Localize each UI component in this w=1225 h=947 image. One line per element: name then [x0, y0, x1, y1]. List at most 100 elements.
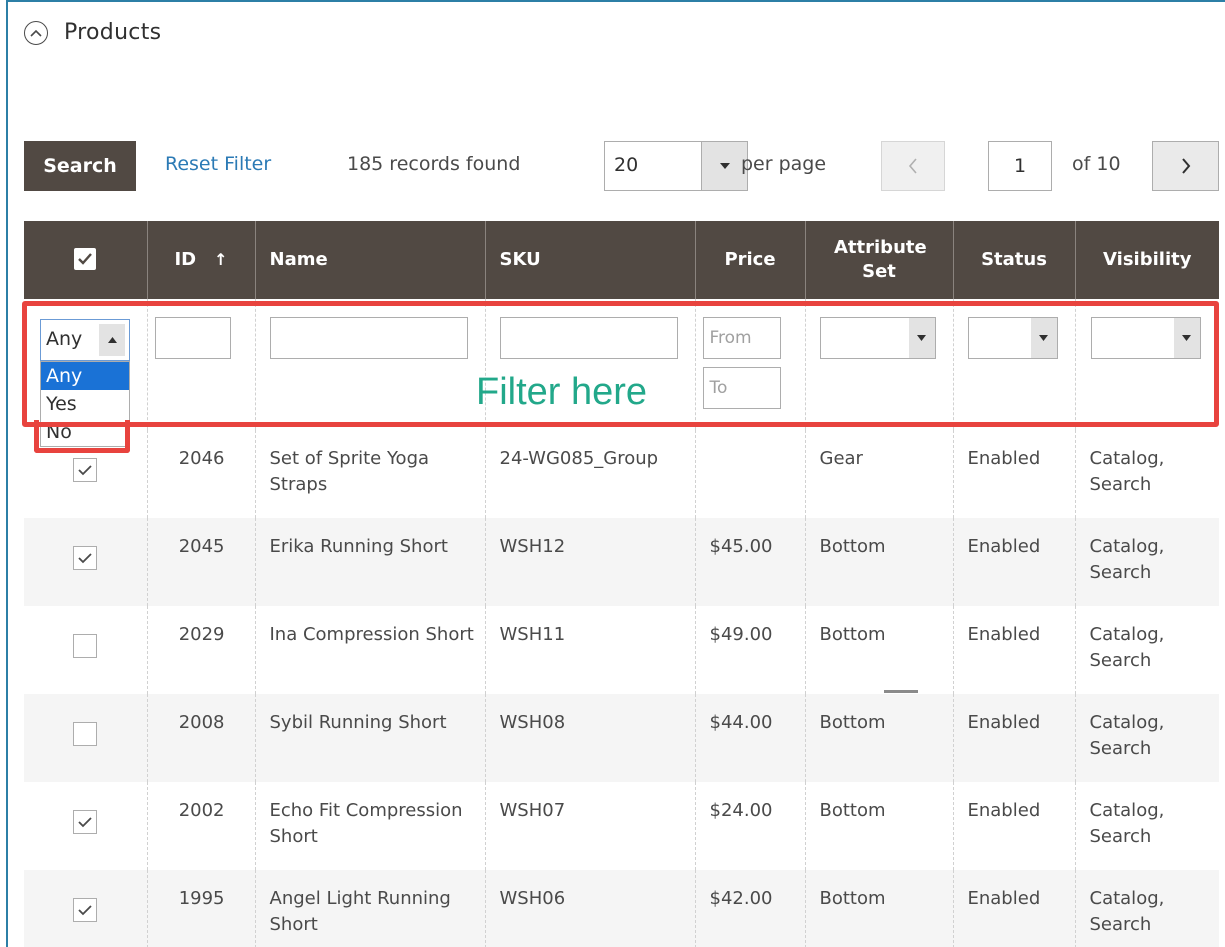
section-title: Products	[64, 20, 162, 45]
table-row[interactable]: 2008 Sybil Running Short WSH08 $44.00 Bo…	[24, 694, 1219, 782]
row-visibility: Catalog, Search	[1074, 430, 1219, 518]
attribute-set-filter-select[interactable]	[819, 317, 936, 359]
column-header-status[interactable]: Status	[952, 221, 1075, 299]
row-checkbox[interactable]	[73, 810, 98, 834]
price-to-input[interactable]: To	[702, 367, 781, 409]
column-header-sku[interactable]: SKU	[484, 221, 695, 299]
header-select-all[interactable]	[24, 221, 147, 299]
reset-filter-link[interactable]: Reset Filter	[165, 153, 271, 175]
column-header-visibility[interactable]: Visibility	[1074, 221, 1219, 299]
row-checkbox-cell	[24, 694, 147, 782]
row-id: 2002	[146, 782, 255, 870]
row-sku: WSH11	[484, 606, 695, 694]
sku-filter-input[interactable]	[499, 317, 678, 359]
table-row[interactable]: 1995 Angel Light Running Short WSH06 $42…	[24, 870, 1219, 947]
in-products-filter-value: Any	[46, 328, 83, 350]
row-checkbox-cell	[24, 606, 147, 694]
table-row[interactable]: 2002 Echo Fit Compression Short WSH07 $2…	[24, 782, 1219, 870]
row-sku: WSH08	[484, 694, 695, 782]
row-sku: WSH06	[484, 870, 695, 947]
row-visibility: Catalog, Search	[1074, 694, 1219, 782]
row-name: Angel Light Running Short	[254, 870, 485, 947]
column-header-id[interactable]: ID ↑	[146, 221, 255, 299]
column-header-name[interactable]: Name	[254, 221, 485, 299]
status-filter-select[interactable]	[967, 317, 1058, 359]
row-id: 2029	[146, 606, 255, 694]
column-header-attribute-set[interactable]: Attribute Set	[804, 221, 953, 299]
row-name: Erika Running Short	[254, 518, 485, 606]
dropdown-option-yes[interactable]: Yes	[41, 390, 129, 418]
row-name: Sybil Running Short	[254, 694, 485, 782]
current-page-input[interactable]: 1	[988, 141, 1052, 191]
row-checkbox[interactable]	[73, 546, 98, 570]
per-page-label: per page	[741, 153, 827, 175]
search-button[interactable]: Search	[24, 141, 136, 191]
caret-down-icon[interactable]	[1173, 318, 1200, 358]
row-price	[694, 430, 805, 518]
name-filter-input[interactable]	[269, 317, 468, 359]
row-id: 2046	[146, 430, 255, 518]
chevron-right-icon	[1181, 158, 1190, 174]
divider-mark	[884, 690, 918, 693]
per-page-select[interactable]: 20	[604, 141, 748, 191]
row-status: Enabled	[952, 782, 1075, 870]
row-price: $49.00	[694, 606, 805, 694]
visibility-filter-select[interactable]	[1090, 317, 1201, 359]
row-checkbox-cell	[24, 870, 147, 947]
row-status: Enabled	[952, 870, 1075, 947]
row-price: $45.00	[694, 518, 805, 606]
filter-attribute-set-cell	[804, 299, 953, 430]
row-price: $24.00	[694, 782, 805, 870]
row-id: 2008	[146, 694, 255, 782]
row-visibility: Catalog, Search	[1074, 870, 1219, 947]
price-from-input[interactable]: From	[702, 317, 781, 359]
records-count: 185 records found	[347, 153, 521, 175]
row-price: $44.00	[694, 694, 805, 782]
dropdown-option-no[interactable]: No	[41, 418, 129, 446]
table-row[interactable]: 2029 Ina Compression Short WSH11 $49.00 …	[24, 606, 1219, 694]
section-header[interactable]: Products	[24, 20, 161, 45]
per-page-value: 20	[614, 154, 639, 176]
row-sku: WSH12	[484, 518, 695, 606]
row-attribute-set: Bottom	[804, 870, 953, 947]
table-row[interactable]: 2045 Erika Running Short WSH12 $45.00 Bo…	[24, 518, 1219, 606]
filter-visibility-cell	[1074, 299, 1219, 430]
column-id-label: ID	[174, 249, 197, 270]
row-visibility: Catalog, Search	[1074, 606, 1219, 694]
filter-here-annotation: Filter here	[476, 371, 648, 413]
row-checkbox[interactable]	[73, 634, 98, 658]
row-checkbox[interactable]	[73, 458, 98, 482]
row-name: Set of Sprite Yoga Straps	[254, 430, 485, 518]
check-icon	[78, 904, 92, 915]
dropdown-option-any[interactable]: Any	[41, 362, 129, 390]
filter-id-cell	[146, 299, 255, 430]
previous-page-button[interactable]	[881, 141, 945, 191]
in-products-dropdown-list: Any Yes No	[40, 361, 130, 447]
row-attribute-set: Bottom	[804, 518, 953, 606]
grid-header-row: ID ↑ Name SKU Price Attribute Set Status …	[24, 221, 1219, 299]
total-pages: of 10	[1072, 153, 1121, 175]
filter-price-cell: From To	[694, 299, 805, 430]
in-products-filter-select[interactable]: Any	[40, 319, 130, 361]
column-header-price[interactable]: Price	[694, 221, 805, 299]
row-visibility: Catalog, Search	[1074, 518, 1219, 606]
caret-down-icon[interactable]	[908, 318, 935, 358]
caret-down-icon[interactable]	[1030, 318, 1057, 358]
row-name: Ina Compression Short	[254, 606, 485, 694]
products-grid: ID ↑ Name SKU Price Attribute Set Status …	[24, 221, 1219, 947]
check-icon	[78, 253, 93, 265]
chevron-up-circle-icon[interactable]	[24, 20, 48, 45]
caret-up-icon[interactable]	[99, 324, 125, 356]
table-row[interactable]: 2046 Set of Sprite Yoga Straps 24-WG085_…	[24, 430, 1219, 518]
row-checkbox[interactable]	[73, 722, 98, 746]
row-sku: 24-WG085_Group	[484, 430, 695, 518]
row-checkbox[interactable]	[73, 898, 98, 922]
next-page-button[interactable]	[1152, 141, 1219, 191]
chevron-left-icon	[908, 158, 917, 174]
row-status: Enabled	[952, 518, 1075, 606]
select-all-checkbox[interactable]	[74, 248, 97, 270]
row-visibility: Catalog, Search	[1074, 782, 1219, 870]
id-filter-input[interactable]	[154, 317, 231, 359]
row-checkbox-cell	[24, 782, 147, 870]
row-sku: WSH07	[484, 782, 695, 870]
